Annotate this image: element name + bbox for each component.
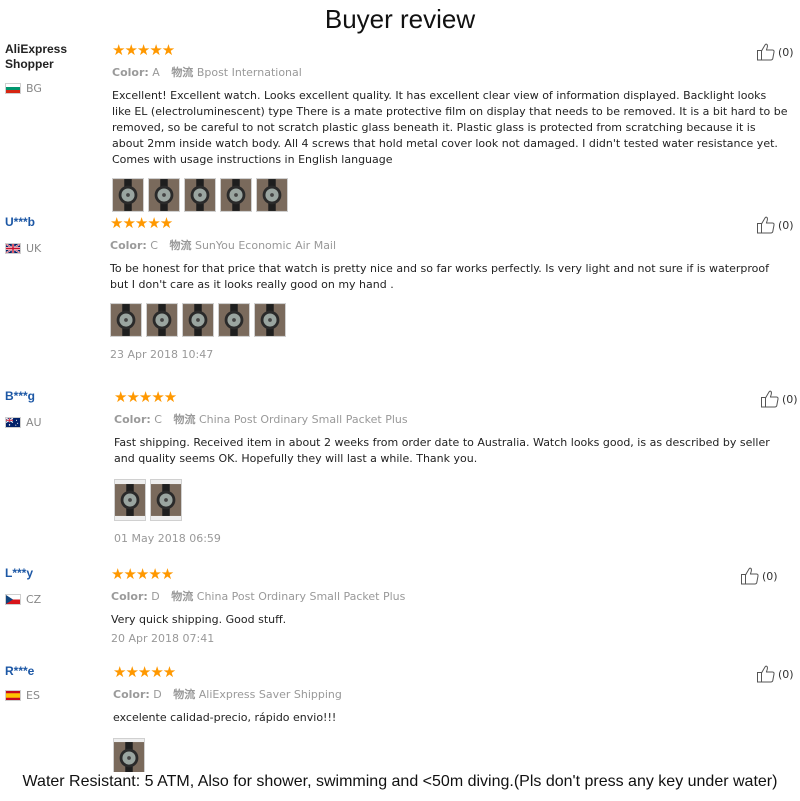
review-date: 01 May 2018 06:59 xyxy=(114,532,221,545)
color-value: D xyxy=(151,590,160,603)
color-value: D xyxy=(153,688,162,701)
czech-flag-icon xyxy=(5,594,21,605)
review-text: Very quick shipping. Good stuff. xyxy=(111,613,287,626)
review-author[interactable]: B***g xyxy=(5,389,85,404)
review-photo-thumbnail[interactable] xyxy=(112,178,144,212)
spain-flag-icon xyxy=(5,690,21,701)
review-photo-thumbnail[interactable] xyxy=(150,479,182,521)
helpful-count: (0) xyxy=(782,392,798,406)
review-photo-thumbnail[interactable] xyxy=(146,303,178,337)
review-text: Fast shipping. Received item in about 2 … xyxy=(114,436,770,465)
helpful-count: (0) xyxy=(762,569,778,583)
country-code: AU xyxy=(26,416,42,429)
helpful-button[interactable]: (0) xyxy=(756,664,794,684)
review-meta: Color: C 物流 SunYou Economic Air Mail xyxy=(110,237,790,253)
review-meta: Color: D 物流 China Post Ordinary Small Pa… xyxy=(111,588,787,604)
helpful-button[interactable]: (0) xyxy=(756,215,794,235)
logistics-label: 物流 xyxy=(173,688,196,701)
review-photo-thumbnail[interactable] xyxy=(218,303,250,337)
review-photo-thumbnail[interactable] xyxy=(110,303,142,337)
helpful-count: (0) xyxy=(778,45,794,59)
star-rating: ★★★★★ xyxy=(111,565,174,583)
color-value: A xyxy=(152,66,160,79)
review-text: excelente calidad-precio, rápido envio!!… xyxy=(113,711,337,724)
review-photo-thumbnail[interactable] xyxy=(184,178,216,212)
logistics-label: 物流 xyxy=(169,239,192,252)
color-label: Color: xyxy=(113,688,150,701)
review-author[interactable]: U***b xyxy=(5,215,85,230)
bulgaria-flag-icon xyxy=(5,83,21,94)
review-photo-thumbnail[interactable] xyxy=(114,479,146,521)
country-code: ES xyxy=(26,689,40,702)
thumbs-up-icon xyxy=(756,42,776,62)
review-author[interactable]: R***e xyxy=(5,664,85,679)
helpful-button[interactable]: (0) xyxy=(760,389,798,409)
thumbs-up-icon xyxy=(740,566,760,586)
review-photo-thumbnail[interactable] xyxy=(220,178,252,212)
review-photo-thumbnail[interactable] xyxy=(254,303,286,337)
logistics-value: SunYou Economic Air Mail xyxy=(194,239,337,252)
logistics-label: 物流 xyxy=(173,413,196,426)
color-label: Color: xyxy=(111,590,148,603)
review-text: Excellent! Excellent watch. Looks excell… xyxy=(112,89,788,166)
helpful-count: (0) xyxy=(778,667,794,681)
review-country: ES xyxy=(5,689,40,702)
review-meta: Color: D 物流 AliExpress Saver Shipping xyxy=(113,686,789,702)
review-date: 20 Apr 2018 07:41 xyxy=(111,632,215,645)
australia-flag-icon xyxy=(5,417,21,428)
review-date: 23 Apr 2018 10:47 xyxy=(110,348,214,361)
review-author[interactable]: L***y xyxy=(5,566,85,581)
country-code: BG xyxy=(26,82,42,95)
logistics-label: 物流 xyxy=(171,590,194,603)
logistics-label: 物流 xyxy=(171,66,194,79)
color-label: Color: xyxy=(110,239,147,252)
page-title: Buyer review xyxy=(324,4,476,34)
color-label: Color: xyxy=(112,66,149,79)
review-photo-thumbnail[interactable] xyxy=(256,178,288,212)
review-text: To be honest for that price that watch i… xyxy=(110,262,769,291)
helpful-button[interactable]: (0) xyxy=(756,42,794,62)
logistics-value: China Post Ordinary Small Packet Plus xyxy=(196,590,406,603)
review-country: UK xyxy=(5,242,41,255)
helpful-button[interactable]: (0) xyxy=(740,566,778,586)
review-country: CZ xyxy=(5,593,41,606)
star-rating: ★★★★★ xyxy=(113,663,176,681)
thumbs-up-icon xyxy=(760,389,780,409)
star-rating: ★★★★★ xyxy=(112,41,175,59)
review-country: BG xyxy=(5,82,42,95)
country-code: UK xyxy=(26,242,42,255)
review-photo-thumbnail[interactable] xyxy=(182,303,214,337)
review-photos xyxy=(114,479,790,521)
logistics-value: Bpost International xyxy=(196,66,302,79)
logistics-value: China Post Ordinary Small Packet Plus xyxy=(198,413,408,426)
review-country: AU xyxy=(5,416,42,429)
star-rating: ★★★★★ xyxy=(110,214,173,232)
review-photos xyxy=(110,303,790,337)
star-rating: ★★★★★ xyxy=(114,388,177,406)
color-value: C xyxy=(154,413,162,426)
thumbs-up-icon xyxy=(756,664,776,684)
review-photo-thumbnail[interactable] xyxy=(148,178,180,212)
review-author[interactable]: AliExpress Shopper xyxy=(5,42,85,72)
review-meta: Color: A 物流 Bpost International xyxy=(112,64,788,80)
color-label: Color: xyxy=(114,413,151,426)
uk-flag-icon xyxy=(5,243,21,254)
logistics-value: AliExpress Saver Shipping xyxy=(198,688,342,701)
thumbs-up-icon xyxy=(756,215,776,235)
country-code: CZ xyxy=(26,593,42,606)
helpful-count: (0) xyxy=(778,218,794,232)
color-value: C xyxy=(150,239,158,252)
review-photos xyxy=(112,178,788,212)
water-resistance-note: Water Resistant: 5 ATM, Also for shower,… xyxy=(0,772,800,801)
review-meta: Color: C 物流 China Post Ordinary Small Pa… xyxy=(114,411,790,427)
